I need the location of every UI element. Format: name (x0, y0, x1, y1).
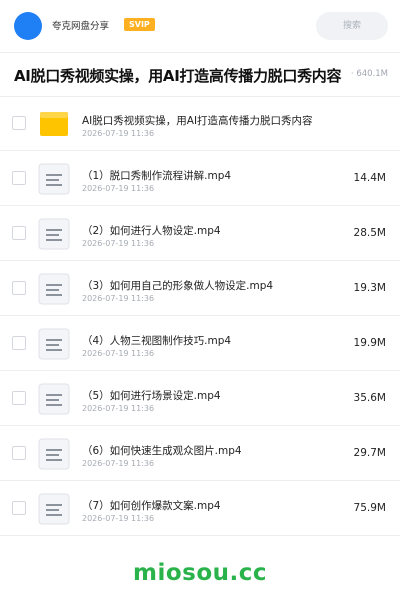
checkbox[interactable] (12, 171, 26, 185)
list-item-file[interactable]: （4）人物三视图制作技巧.mp4 2026-07-19 11:36 19.9M (0, 316, 400, 371)
checkbox[interactable] (12, 446, 26, 460)
list-item-file[interactable]: （7）如何创作爆款文案.mp4 2026-07-19 11:36 75.9M (0, 481, 400, 536)
file-size: 19.3M (353, 282, 386, 294)
file-size: 28.5M (353, 227, 386, 239)
file-date: 2026-07-19 11:36 (82, 514, 155, 523)
file-name: AI脱口秀视频实操，用AI打造高传播力脱口秀内容 (82, 115, 313, 127)
watermark: miosou.cc (132, 560, 268, 586)
title-row: AI脱口秀视频实操，用AI打造高传播力脱口秀内容 · 640.1M (0, 52, 400, 97)
document-icon (38, 438, 70, 470)
share-name: 夸克网盘分享 (52, 21, 110, 32)
document-icon (38, 328, 70, 360)
list-item-file[interactable]: （2）如何进行人物设定.mp4 2026-07-19 11:36 28.5M (0, 206, 400, 261)
header: 夸克网盘分享 SVIP 搜索 (0, 0, 400, 53)
list-item-file[interactable]: （1）脱口秀制作流程讲解.mp4 2026-07-19 11:36 14.4M (0, 151, 400, 206)
file-date: 2026-07-19 11:36 (82, 459, 155, 468)
file-size: 35.6M (353, 392, 386, 404)
list-item-file[interactable]: （3）如何用自己的形象做人物设定.mp4 2026-07-19 11:36 19… (0, 261, 400, 316)
file-date: 2026-07-19 11:36 (82, 404, 155, 413)
list-item-file[interactable]: （6）如何快速生成观众图片.mp4 2026-07-19 11:36 29.7M (0, 426, 400, 481)
file-name: （7）如何创作爆款文案.mp4 (82, 500, 221, 512)
file-date: 2026-07-19 11:36 (82, 239, 155, 248)
folder-icon (40, 112, 68, 136)
file-date: 2026-07-19 11:36 (82, 349, 155, 358)
avatar[interactable] (14, 12, 42, 40)
file-name: （1）脱口秀制作流程讲解.mp4 (82, 170, 232, 182)
file-size: 14.4M (353, 172, 386, 184)
file-name: （6）如何快速生成观众图片.mp4 (82, 445, 242, 457)
checkbox[interactable] (12, 116, 26, 130)
checkbox[interactable] (12, 281, 26, 295)
file-list: AI脱口秀视频实操，用AI打造高传播力脱口秀内容 2026-07-19 11:3… (0, 96, 400, 536)
document-icon (38, 383, 70, 415)
document-icon (38, 493, 70, 525)
file-size: 75.9M (353, 502, 386, 514)
checkbox[interactable] (12, 336, 26, 350)
checkbox[interactable] (12, 391, 26, 405)
total-size-value: 640.1M (356, 69, 388, 79)
checkbox[interactable] (12, 226, 26, 240)
list-item-file[interactable]: （5）如何进行场景设定.mp4 2026-07-19 11:36 35.6M (0, 371, 400, 426)
file-name: （2）如何进行人物设定.mp4 (82, 225, 221, 237)
total-size: · 640.1M (348, 69, 388, 79)
list-item-folder[interactable]: AI脱口秀视频实操，用AI打造高传播力脱口秀内容 2026-07-19 11:3… (0, 96, 400, 151)
file-name: （5）如何进行场景设定.mp4 (82, 390, 221, 402)
document-icon (38, 218, 70, 250)
file-size: 19.9M (353, 337, 386, 349)
file-name: （3）如何用自己的形象做人物设定.mp4 (82, 280, 274, 292)
file-date: 2026-07-19 11:36 (82, 184, 155, 193)
document-icon (38, 273, 70, 305)
page-title: AI脱口秀视频实操，用AI打造高传播力脱口秀内容 (14, 67, 342, 85)
document-icon (38, 163, 70, 195)
file-date: 2026-07-19 11:36 (82, 294, 155, 303)
file-name: （4）人物三视图制作技巧.mp4 (82, 335, 232, 347)
search-input[interactable]: 搜索 (316, 12, 388, 40)
file-date: 2026-07-19 11:36 (82, 129, 155, 138)
svip-badge: SVIP (124, 18, 155, 31)
file-size: 29.7M (353, 447, 386, 459)
checkbox[interactable] (12, 501, 26, 515)
